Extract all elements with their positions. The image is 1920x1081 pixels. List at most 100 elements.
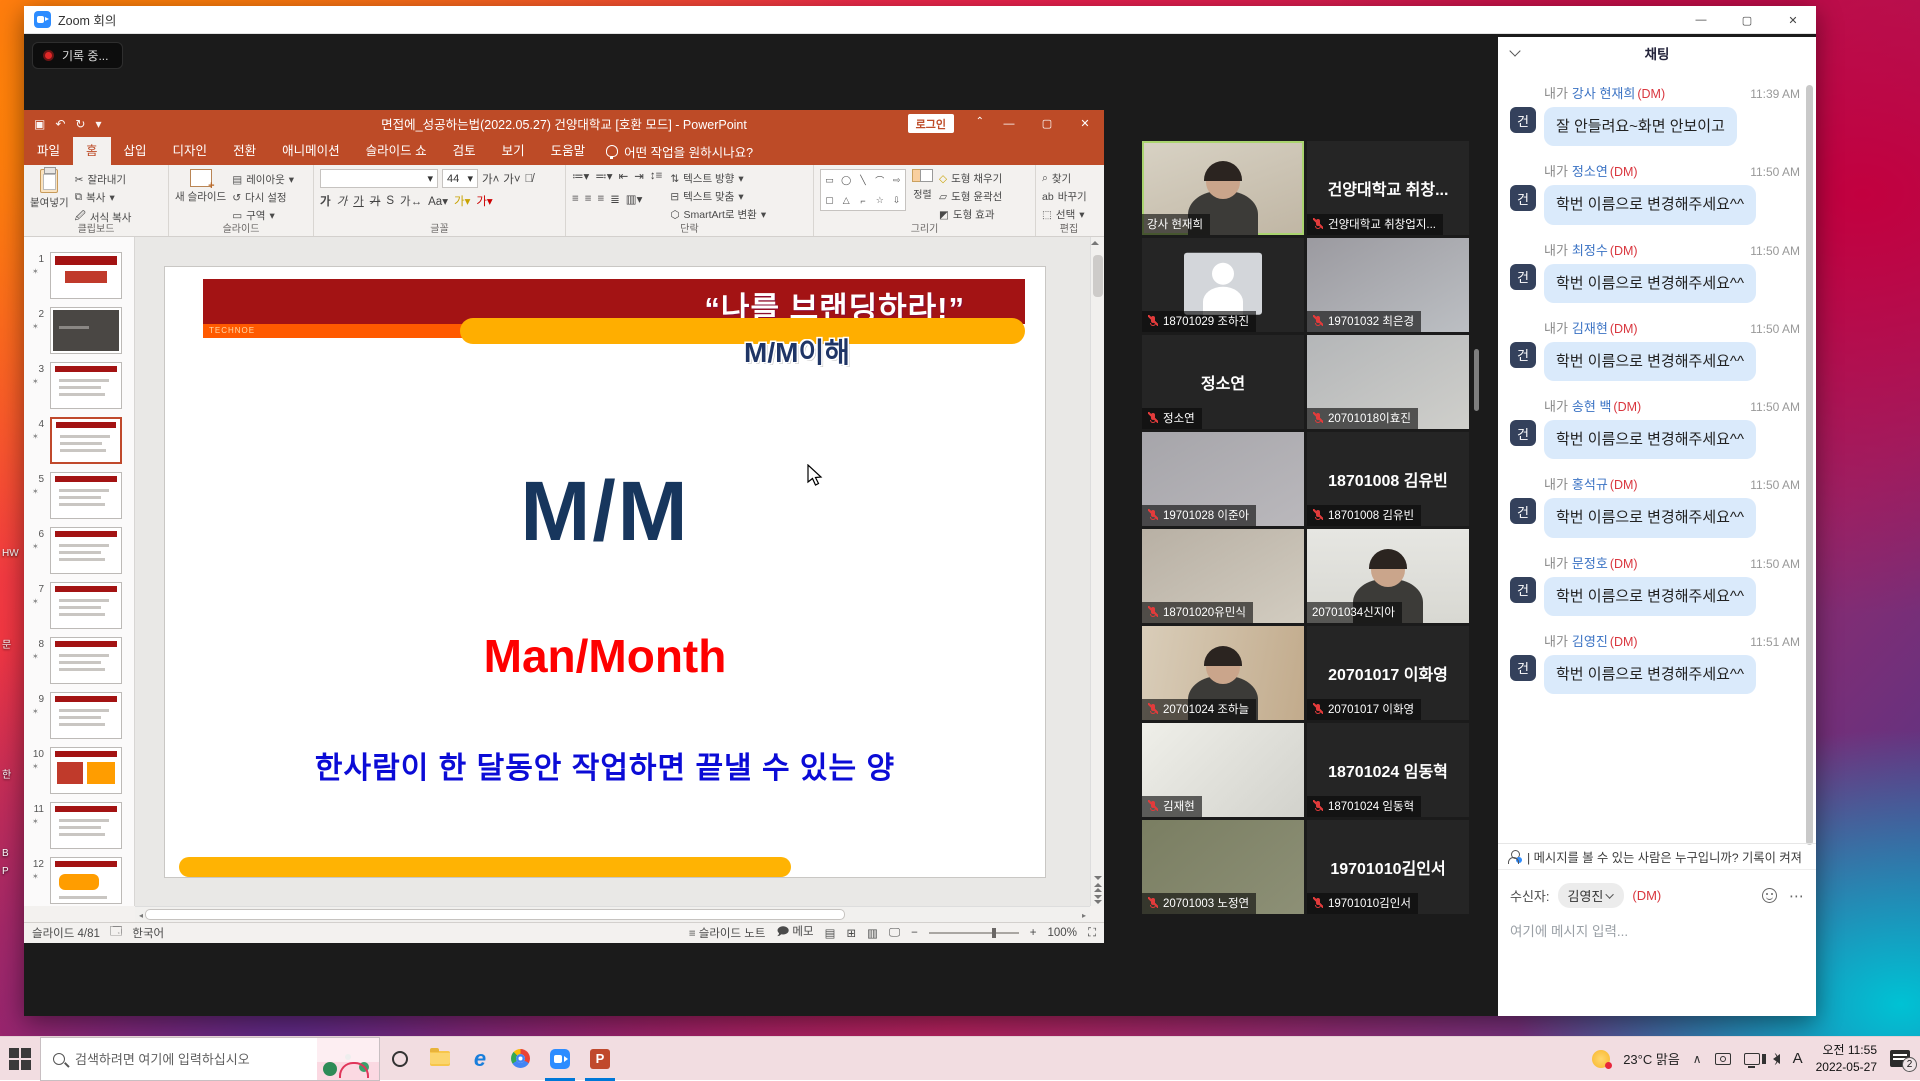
network-icon[interactable] (1744, 1053, 1760, 1065)
scroll-left-icon[interactable]: ◂ (139, 911, 143, 920)
notification-icon[interactable]: 2 (1890, 1050, 1910, 1067)
line-spacing-button[interactable]: ↕≡ (650, 170, 662, 182)
previous-slide-icon[interactable] (1094, 883, 1102, 887)
notes-button[interactable]: ≡ 슬라이드 노트 (689, 925, 766, 941)
undo-icon[interactable]: ↶ (55, 117, 65, 131)
search-highlight-image[interactable] (317, 1038, 379, 1081)
participant-tile[interactable]: 19701010김인서19701010김인서 (1307, 820, 1469, 914)
justify-button[interactable]: ≣ (610, 192, 620, 206)
strikethrough-button[interactable]: 가 (370, 193, 381, 209)
participant-tile[interactable]: 18701008 김유빈18701008 김유빈 (1307, 432, 1469, 526)
reset-button[interactable]: ↺다시 설정 (232, 190, 294, 205)
shape-gallery[interactable]: ▭◯╲⌒⇨ ▢△⌐☆⇩ (820, 169, 906, 211)
vertical-scrollbar[interactable] (1090, 237, 1104, 906)
slide-sorter-icon[interactable]: ⊞ (846, 926, 856, 940)
zoom-close-button[interactable]: ✕ (1770, 6, 1816, 34)
clear-format-icon[interactable]: 가̸ (525, 173, 534, 185)
slide-thumbnail-panel[interactable]: 1✶2✶3✶4✶5✶6✶7✶8✶9✶10✶11✶12✶13✶ (24, 237, 135, 906)
message-bubble[interactable]: 학번 이름으로 변경해주세요^^ (1544, 185, 1756, 224)
participant-tile[interactable]: 건양대학교 취창...건양대학교 취창업지... (1307, 141, 1469, 235)
participant-tile[interactable]: 19701028 이준아 (1142, 432, 1304, 526)
align-center-button[interactable]: ≡ (585, 193, 592, 205)
current-slide[interactable]: “나를 브랜딩하라!” TECHNOE M/M이해 M/M Man/Month … (165, 267, 1045, 877)
participant-tile[interactable]: 19701032 최은경 (1307, 238, 1469, 332)
chat-privacy-notice[interactable]: | 메시지를 볼 수 있는 사람은 누구입니까? 기록이 켜져 (1498, 844, 1816, 870)
text-shadow-button[interactable]: S (386, 195, 394, 207)
vertical-scroll-thumb[interactable] (1093, 255, 1103, 297)
ribbon-tab-도움말[interactable]: 도움말 (538, 137, 599, 165)
paste-button[interactable]: 붙여넣기 (30, 169, 69, 226)
emoji-icon[interactable] (1762, 888, 1777, 903)
scroll-down-icon[interactable] (1094, 876, 1102, 880)
reading-view-icon[interactable]: ▥ (867, 926, 878, 940)
font-name-select[interactable]: ▾ (320, 169, 438, 188)
volume-icon[interactable] (1773, 1054, 1780, 1064)
chat-scrollbar[interactable] (1806, 85, 1813, 845)
zoom-percentage[interactable]: 100% (1048, 927, 1077, 939)
message-bubble[interactable]: 학번 이름으로 변경해주세요^^ (1544, 655, 1756, 694)
taskbar-icon-chrome[interactable] (500, 1037, 540, 1081)
highlight-color-button[interactable]: 가▾ (454, 193, 470, 209)
slide-thumbnail-12[interactable]: 12✶ (24, 857, 134, 906)
slide-thumbnail-10[interactable]: 10✶ (24, 747, 134, 797)
cut-button[interactable]: ✂잘라내기 (75, 172, 132, 187)
increase-indent-button[interactable]: ⇥ (634, 169, 644, 183)
zoom-in-icon[interactable]: + (1030, 927, 1037, 939)
taskbar-clock[interactable]: 오전 11:55 2022-05-27 (1816, 1042, 1877, 1074)
ribbon-tab-파일[interactable]: 파일 (24, 137, 73, 165)
slide-thumbnail-11[interactable]: 11✶ (24, 802, 134, 852)
italic-button[interactable]: 가 (337, 193, 348, 209)
language-indicator[interactable]: 한국어 (132, 925, 164, 941)
fit-to-window-icon[interactable]: ⛶ (1088, 927, 1096, 940)
text-direction-button[interactable]: ⇅텍스트 방향▾ (670, 171, 766, 186)
zoom-titlebar[interactable]: Zoom 회의 — ▢ ✕ (24, 6, 1816, 34)
participant-tile[interactable]: 정소연정소연 (1142, 335, 1304, 429)
font-size-select[interactable]: 44▾ (442, 169, 478, 188)
align-left-button[interactable]: ≡ (572, 193, 579, 205)
recording-indicator[interactable]: 기록 중... (32, 42, 123, 69)
bold-button[interactable]: 가 (320, 193, 331, 209)
slide-thumbnail-7[interactable]: 7✶ (24, 582, 134, 632)
participant-tile[interactable]: 20701034신지아 (1307, 529, 1469, 623)
text-align-button[interactable]: ⊟텍스트 맞춤▾ (670, 189, 766, 204)
quick-access-toolbar[interactable]: ▣ ↶ ↻ ▾ (34, 117, 102, 131)
scroll-up-icon[interactable] (1091, 241, 1099, 245)
desktop-icon-label[interactable]: B (2, 848, 9, 859)
grow-font-icon[interactable]: 가˄ (482, 171, 499, 187)
ribbon-tab-슬라이드 쇼[interactable]: 슬라이드 쇼 (353, 137, 440, 165)
ribbon-tab-홈[interactable]: 홈 (73, 137, 111, 165)
zoom-slider[interactable] (929, 932, 1019, 934)
slide-thumbnail-1[interactable]: 1✶ (24, 252, 134, 302)
change-case-button[interactable]: Aa▾ (428, 194, 448, 208)
new-slide-button[interactable]: 새 슬라이드 (175, 169, 226, 223)
tray-expand-icon[interactable]: ∧ (1693, 1052, 1702, 1066)
slide-thumbnail-4[interactable]: 4✶ (24, 417, 134, 467)
zoom-out-icon[interactable]: − (911, 927, 918, 939)
scroll-right-icon[interactable]: ▸ (1082, 911, 1086, 920)
horizontal-scrollbar[interactable]: ◂ ▸ (135, 906, 1090, 922)
participant-tile[interactable]: 18701024 임동혁18701024 임동혁 (1307, 723, 1469, 817)
ppt-maximize-button[interactable]: ▢ (1028, 110, 1066, 137)
message-bubble[interactable]: 학번 이름으로 변경해주세요^^ (1544, 498, 1756, 537)
recipient-selector[interactable]: 김영진 (1558, 883, 1625, 908)
message-bubble[interactable]: 학번 이름으로 변경해주세요^^ (1544, 264, 1756, 303)
slide-thumbnail-9[interactable]: 9✶ (24, 692, 134, 742)
find-button[interactable]: ⌕찾기 (1042, 171, 1096, 186)
ribbon-tab-보기[interactable]: 보기 (489, 137, 538, 165)
participant-tile[interactable]: 20701017 이화영20701017 이화영 (1307, 626, 1469, 720)
ribbon-tab-애니메이션[interactable]: 애니메이션 (269, 137, 353, 165)
message-bubble[interactable]: 학번 이름으로 변경해주세요^^ (1544, 420, 1756, 459)
shape-outline-button[interactable]: ▱도형 윤곽선 (939, 189, 1002, 204)
ribbon-tab-디자인[interactable]: 디자인 (160, 137, 221, 165)
ppt-titlebar[interactable]: ▣ ↶ ↻ ▾ 면접에_성공하는법(2022.05.27) 건양대학교 [호환 … (24, 110, 1104, 137)
tell-me-search[interactable]: 어떤 작업을 원하시나요? (606, 137, 753, 165)
taskbar-icon-zoom[interactable] (540, 1037, 580, 1081)
ppt-minimize-button[interactable]: — (990, 110, 1028, 137)
chevron-down-icon[interactable] (1509, 45, 1520, 56)
ribbon-tab-검토[interactable]: 검토 (440, 137, 489, 165)
participant-scrollbar[interactable] (1474, 349, 1479, 411)
char-spacing-button[interactable]: 가↔ (400, 193, 422, 209)
slideshow-icon[interactable]: 🖵 (889, 927, 900, 940)
slide-thumbnail-2[interactable]: 2✶ (24, 307, 134, 357)
message-bubble[interactable]: 학번 이름으로 변경해주세요^^ (1544, 342, 1756, 381)
